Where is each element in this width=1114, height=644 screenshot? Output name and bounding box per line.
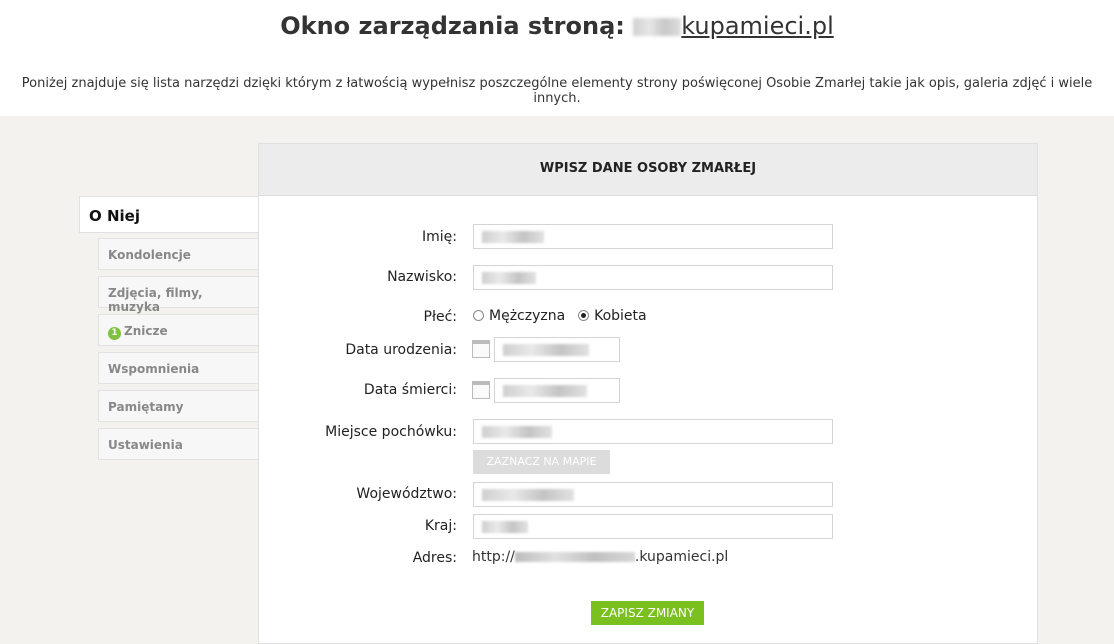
sidebar-item-o-niej[interactable]: O Niej — [79, 196, 259, 233]
label-data-smierci: Data śmierci: — [363, 382, 457, 398]
count-badge: 1 — [108, 327, 121, 340]
redacted-value — [482, 272, 536, 284]
site-domain-link[interactable]: kupamieci.pl — [681, 12, 834, 40]
gender-label-male: Mężczyzna — [489, 308, 566, 324]
death-date-field[interactable] — [494, 378, 620, 403]
redacted-subdomain — [633, 18, 682, 36]
sidebar-item-pamietamy[interactable]: Pamiętamy — [98, 390, 259, 422]
address-prefix: http:// — [472, 549, 515, 565]
label-data-urodzenia: Data urodzenia: — [345, 342, 457, 358]
label-kraj: Kraj: — [424, 518, 457, 534]
page-title-prefix: Okno zarządzania stroną: — [280, 12, 625, 40]
sidebar-item-zdjecia[interactable]: Zdjęcia, filmy, muzyka — [98, 276, 259, 314]
redacted-value — [482, 231, 544, 243]
sidebar-item-label: Wspomnienia — [108, 362, 200, 376]
redacted-value — [482, 426, 552, 438]
sidebar-item-label: Znicze — [124, 324, 168, 338]
label-miejsce: Miejsce pochówku: — [325, 424, 457, 440]
label-plec: Płeć: — [423, 309, 457, 325]
mark-on-map-button[interactable]: ZAZNACZ NA MAPIE — [473, 450, 610, 474]
address-suffix: .kupamieci.pl — [634, 549, 729, 565]
label-imie: Imię: — [422, 229, 457, 245]
calendar-icon[interactable] — [472, 381, 490, 399]
burial-place-field[interactable] — [473, 419, 833, 444]
sidebar-item-kondolencje[interactable]: Kondolencje — [98, 238, 259, 270]
gender-radio-group: Mężczyzna Kobieta — [473, 308, 647, 324]
redacted-value — [503, 344, 589, 356]
gender-label-female: Kobieta — [594, 308, 647, 324]
label-wojewodztwo: Województwo: — [356, 486, 457, 502]
redacted-value — [482, 521, 528, 533]
label-adres: Adres: — [412, 550, 457, 566]
sidebar-item-label: Kondolencje — [108, 248, 191, 262]
intro-text: Poniżej znajduje się lista narzędzi dzię… — [21, 76, 1093, 106]
voivodeship-field[interactable] — [473, 482, 833, 507]
first-name-field[interactable] — [473, 224, 833, 249]
last-name-field[interactable] — [473, 265, 833, 290]
panel-heading: WPISZ DANE OSOBY ZMARŁEJ — [259, 144, 1037, 196]
redacted-value — [503, 385, 587, 397]
sidebar-item-ustawienia[interactable]: Ustawienia — [98, 428, 259, 460]
country-field[interactable] — [473, 514, 833, 539]
sidebar-item-label: Ustawienia — [108, 438, 183, 452]
page-header: Okno zarządzania stroną: kupamieci.pl Po… — [0, 0, 1114, 116]
calendar-icon[interactable] — [472, 340, 490, 358]
gender-radio-male[interactable] — [473, 310, 484, 321]
label-nazwisko: Nazwisko: — [387, 269, 457, 285]
redacted-address — [514, 552, 635, 562]
sidebar-item-label: Pamiętamy — [108, 400, 184, 414]
birth-date-field[interactable] — [494, 337, 620, 362]
page-title: Okno zarządzania stroną: kupamieci.pl — [0, 12, 1114, 40]
redacted-value — [482, 489, 574, 501]
address-value: http:// .kupamieci.pl — [472, 549, 728, 565]
sidebar-item-wspomnienia[interactable]: Wspomnienia — [98, 352, 259, 384]
save-button[interactable]: ZAPISZ ZMIANY — [591, 601, 704, 625]
sidebar-item-znicze[interactable]: 1 Znicze — [98, 314, 259, 346]
gender-radio-female[interactable] — [578, 310, 590, 321]
